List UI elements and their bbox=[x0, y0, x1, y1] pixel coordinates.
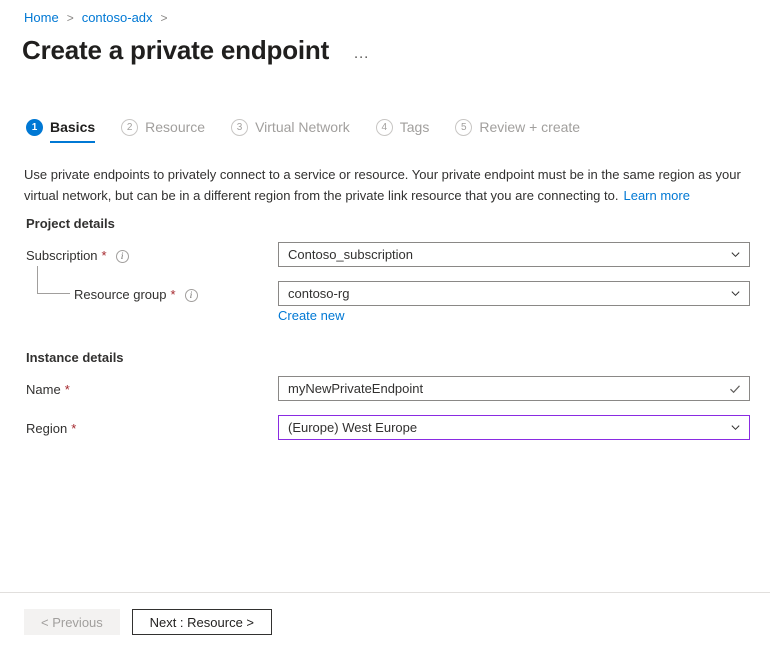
tab-label: Tags bbox=[400, 118, 430, 136]
chevron-down-icon bbox=[730, 249, 741, 260]
chevron-down-icon bbox=[730, 288, 741, 299]
tab-basics[interactable]: 1 Basics bbox=[26, 118, 95, 143]
page-description: Use private endpoints to privately conne… bbox=[24, 164, 750, 206]
previous-button[interactable]: < Previous bbox=[24, 609, 120, 635]
required-marker: * bbox=[102, 247, 107, 265]
tab-step-number: 4 bbox=[376, 119, 393, 136]
label-text: Subscription bbox=[26, 247, 98, 265]
breadcrumb: Home > contoso-adx > bbox=[24, 9, 176, 27]
breadcrumb-separator-icon: > bbox=[161, 9, 168, 27]
chevron-down-icon bbox=[730, 422, 741, 433]
tab-label: Basics bbox=[50, 118, 95, 136]
breadcrumb-item-contoso-adx[interactable]: contoso-adx bbox=[82, 9, 153, 27]
breadcrumb-item-home[interactable]: Home bbox=[24, 9, 59, 27]
tab-step-number: 1 bbox=[26, 119, 43, 136]
name-input[interactable]: myNewPrivateEndpoint bbox=[278, 376, 750, 401]
more-options-icon[interactable]: … bbox=[349, 45, 375, 63]
tab-label: Review + create bbox=[479, 118, 580, 136]
learn-more-link[interactable]: Learn more bbox=[623, 188, 689, 203]
page-title: Create a private endpoint bbox=[22, 33, 329, 67]
info-icon[interactable]: i bbox=[185, 289, 198, 302]
checkmark-icon bbox=[729, 383, 741, 395]
tab-label: Resource bbox=[145, 118, 205, 136]
resource-group-dropdown[interactable]: contoso-rg bbox=[278, 281, 750, 306]
tab-virtual-network[interactable]: 3 Virtual Network bbox=[231, 118, 350, 143]
section-heading-project-details: Project details bbox=[26, 216, 115, 231]
tab-review-create[interactable]: 5 Review + create bbox=[455, 118, 580, 143]
tab-step-number: 3 bbox=[231, 119, 248, 136]
tab-resource[interactable]: 2 Resource bbox=[121, 118, 205, 143]
tab-tags[interactable]: 4 Tags bbox=[376, 118, 430, 143]
subscription-dropdown[interactable]: Contoso_subscription bbox=[278, 242, 750, 267]
region-value: (Europe) West Europe bbox=[288, 420, 730, 435]
required-marker: * bbox=[71, 420, 76, 438]
region-dropdown[interactable]: (Europe) West Europe bbox=[278, 415, 750, 440]
next-resource-button[interactable]: Next : Resource > bbox=[132, 609, 272, 635]
section-heading-instance-details: Instance details bbox=[26, 350, 124, 365]
wizard-footer: < Previous Next : Resource > bbox=[24, 609, 272, 635]
tab-step-number: 5 bbox=[455, 119, 472, 136]
label-text: Name bbox=[26, 381, 61, 399]
tab-step-number: 2 bbox=[121, 119, 138, 136]
resource-group-value: contoso-rg bbox=[288, 286, 730, 301]
wizard-tabs: 1 Basics 2 Resource 3 Virtual Network 4 … bbox=[26, 118, 606, 143]
name-value: myNewPrivateEndpoint bbox=[288, 381, 729, 396]
page-header: Create a private endpoint … bbox=[22, 33, 375, 67]
label-resource-group: Resource group * i bbox=[74, 286, 198, 304]
required-marker: * bbox=[65, 381, 70, 399]
label-region: Region * bbox=[26, 420, 76, 438]
tree-connector-line bbox=[37, 266, 70, 294]
subscription-value: Contoso_subscription bbox=[288, 247, 730, 262]
create-new-resource-group-link[interactable]: Create new bbox=[278, 308, 344, 323]
label-text: Resource group bbox=[74, 286, 167, 304]
label-text: Region bbox=[26, 420, 67, 438]
breadcrumb-separator-icon: > bbox=[67, 9, 74, 27]
required-marker: * bbox=[171, 286, 176, 304]
info-icon[interactable]: i bbox=[116, 250, 129, 263]
label-subscription: Subscription * i bbox=[26, 247, 129, 265]
label-name: Name * bbox=[26, 381, 70, 399]
footer-divider bbox=[0, 592, 770, 593]
tab-label: Virtual Network bbox=[255, 118, 350, 136]
